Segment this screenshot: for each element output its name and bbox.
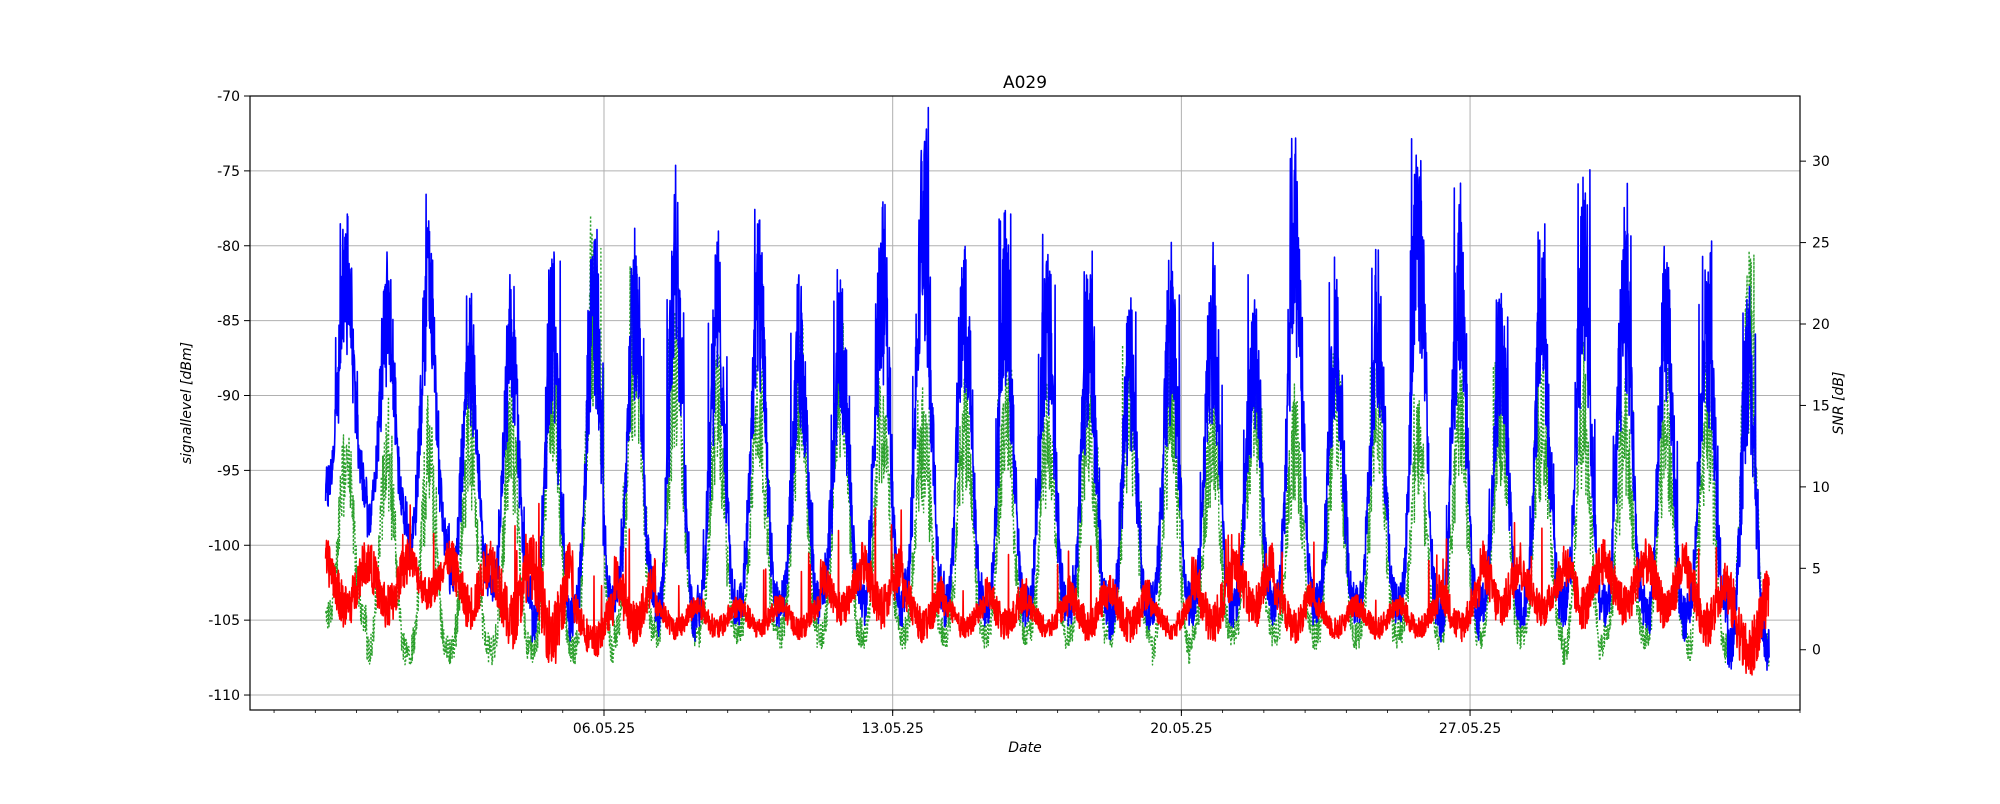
chart-figure: 06.05.25 13.05.25 20.05.25 27.05.25 -70 -75 -8… xyxy=(0,0,2000,800)
y-tick-label: -110 xyxy=(208,688,240,704)
y2-tick-label: 25 xyxy=(1812,236,1830,252)
y-tick-label: -70 xyxy=(217,89,240,105)
x-tick-label: 27.05.25 xyxy=(1439,721,1501,737)
chart-svg: 06.05.25 13.05.25 20.05.25 27.05.25 -70 -75 -8… xyxy=(179,73,1847,756)
y2-tick-label: 15 xyxy=(1812,398,1830,414)
y2-tick-label: 0 xyxy=(1812,643,1821,659)
y-tick-label: -105 xyxy=(208,613,240,629)
y-axis-label-right: SNR [dB] xyxy=(1831,372,1847,435)
y-tick-label: -90 xyxy=(217,389,240,405)
y2-tick-label: 5 xyxy=(1812,561,1821,577)
y-tick-label: -100 xyxy=(208,538,240,554)
x-tick-label: 13.05.25 xyxy=(862,721,924,737)
y2-tick-label: 10 xyxy=(1812,480,1830,496)
x-axis-label: Date xyxy=(1008,740,1041,756)
y-tick-label: -85 xyxy=(217,314,240,330)
y-axis-label-left: signallevel [dBm] xyxy=(179,342,195,464)
y2-tick-label: 30 xyxy=(1812,154,1830,170)
x-tick-label: 06.05.25 xyxy=(573,721,635,737)
y2-tick-label: 20 xyxy=(1812,317,1830,333)
y-tick-label: -80 xyxy=(217,239,240,255)
chart-title: A029 xyxy=(1003,73,1047,93)
y-tick-label: -95 xyxy=(217,463,240,479)
y-tick-label: -75 xyxy=(217,164,240,180)
x-tick-label: 20.05.25 xyxy=(1150,721,1212,737)
